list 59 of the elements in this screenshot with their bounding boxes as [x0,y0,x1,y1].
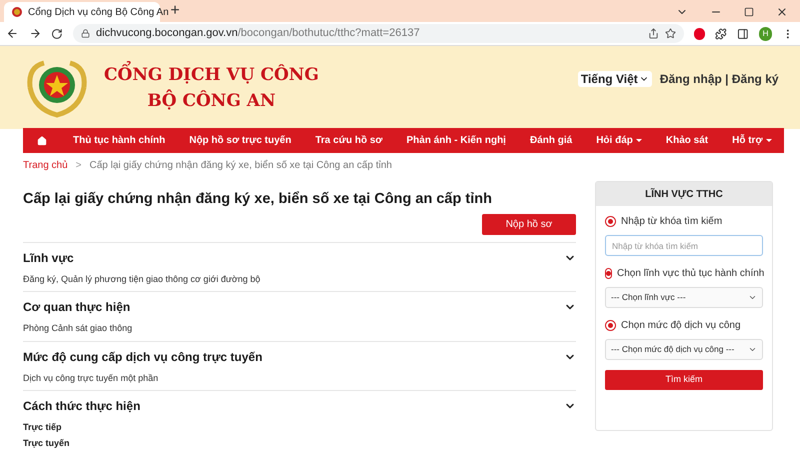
caret-icon [636,139,642,142]
option-label: Chọn mức độ dịch vụ công [621,319,741,333]
section-header[interactable]: Lĩnh vực [23,248,576,267]
submit-button[interactable]: Nộp hồ sơ [482,214,576,235]
nav-item[interactable]: Đánh giá [518,133,584,148]
nav-item[interactable]: Tra cứu hồ sơ [304,133,394,148]
side-panel-icon[interactable] [736,28,749,40]
tab-title: Cổng Dịch vụ công Bộ Công An [28,6,169,20]
radio-button[interactable] [605,268,612,279]
language-select[interactable]: Tiếng Việt [578,70,652,86]
share-icon[interactable] [648,28,659,39]
emblem-icon [12,7,22,17]
breadcrumb-separator: > [76,158,82,172]
section-header[interactable]: Mức độ cung cấp dịch vụ công trực tuyến [23,348,576,366]
option-label: Nhập từ khóa tìm kiếm [621,215,722,229]
chevron-down-icon [748,293,757,302]
nav-item[interactable]: Nộp hồ sơ trực tuyến [178,133,302,148]
chevron-down-icon [748,345,757,354]
nav-item[interactable]: Thủ tục hành chính [62,133,176,148]
star-icon[interactable] [664,28,676,39]
panel-title: LĨNH VỰC TTHC [645,187,723,202]
profile-avatar[interactable]: H [758,26,772,40]
section-text: Dịch vụ công trực tuyến một phần [23,372,160,385]
search-field[interactable]: Nhập từ khóa tìm kiếm [605,235,763,256]
breadcrumb-home-link[interactable]: Trang chủ [23,158,68,172]
site-title: CỔNG DỊCH VỤ CÔNG [104,62,319,88]
close-window-icon[interactable] [776,6,788,18]
section-header[interactable]: Cơ quan thực hiện [23,298,576,316]
breadcrumb-current: Cấp lại giấy chứng nhận đăng ký xe, biển số xe tại Công an cấp tỉnh [90,158,392,172]
page-title: Cấp lại giấy chứng nhận đăng ký xe, biển số xe tại Công an cấp tỉnh [23,190,493,209]
lock-icon [81,29,90,38]
radio-button[interactable] [605,216,616,227]
caret-icon [766,139,772,142]
section-text: Trực tuyến [23,436,71,450]
url-text: dichvucong.bocongan.gov.vn/bocongan/bothutuc/tthc?matt=26137 [96,26,421,42]
nav-item[interactable]: Phản ánh - Kiến nghị [396,133,517,148]
dropdown-select[interactable]: --- Chọn mức độ dịch vụ công --- [605,339,763,360]
maximize-icon[interactable] [744,7,754,17]
section-text: Đăng ký, Quản lý phương tiện giao thông cơ giới đường bộ [23,272,262,286]
separator: | [724,72,730,86]
nav-item[interactable]: Khảo sát [654,133,720,148]
register-link[interactable]: Đăng ký [732,72,779,86]
dropdown-select[interactable]: --- Chọn lĩnh vực --- [605,287,763,308]
radio-button[interactable] [605,320,616,331]
section-header[interactable]: Cách thức thực hiện [23,397,576,416]
site-subtitle: BỘ CÔNG AN [147,88,276,112]
login-link[interactable]: Đăng nhập [660,72,722,86]
back-icon[interactable] [6,27,19,40]
puzzle-icon[interactable] [715,28,727,40]
section-text: Trực tiếp [23,421,63,434]
search-button[interactable]: Tìm kiếm [605,370,763,390]
nav-item[interactable]: Hỗ trợ [721,133,783,148]
reload-icon[interactable] [51,28,64,40]
section-text: Phòng Cảnh sát giao thông [23,322,134,336]
nav-item[interactable]: Hỏi đáp [585,133,653,148]
address-bar[interactable]: dichvucong.bocongan.gov.vn/bocongan/bothutuc/tthc?matt=26137 [73,24,684,43]
option-label: Chọn lĩnh vực thủ tục hành chính [617,267,764,281]
home-icon[interactable] [37,136,47,146]
forward-icon[interactable] [28,27,42,40]
